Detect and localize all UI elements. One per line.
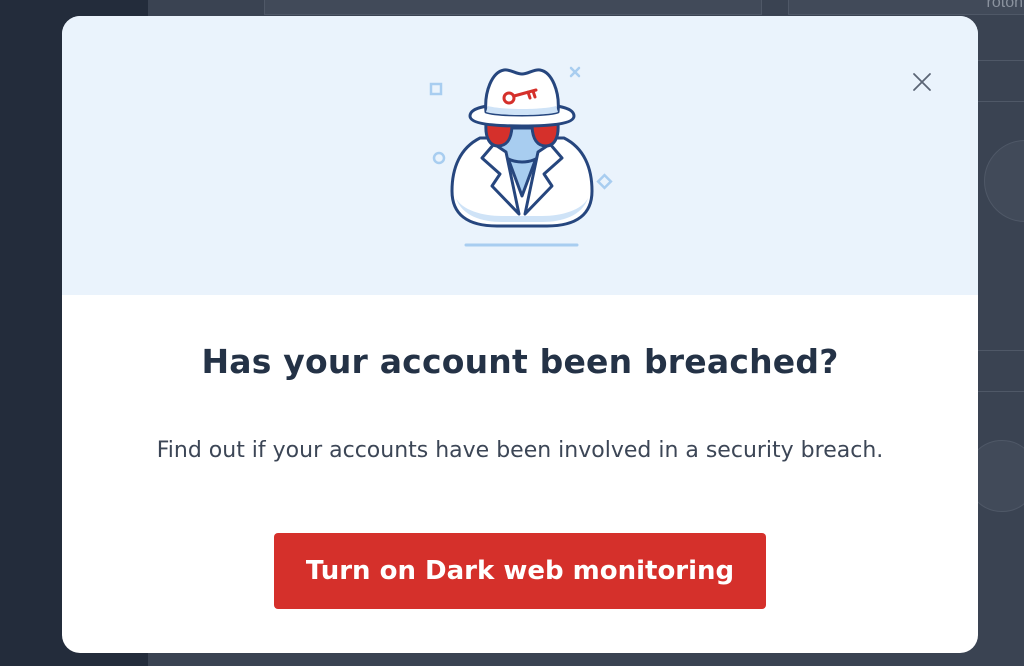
modal-description: Find out if your accounts have been invo… <box>156 438 884 463</box>
modal-title: Has your account been breached? <box>201 342 839 381</box>
background-field: roton <box>788 0 1024 15</box>
incognito-spy-with-key-icon <box>429 66 613 247</box>
close-icon[interactable] <box>910 70 934 94</box>
turn-on-dark-web-monitoring-button[interactable]: Turn on Dark web monitoring <box>274 533 766 609</box>
background-row <box>976 60 1024 102</box>
dark-web-monitoring-modal: Has your account been breached? Find out… <box>62 16 978 653</box>
background-row <box>976 350 1024 392</box>
background-field-text: roton <box>986 0 1023 11</box>
modal-hero <box>62 16 978 295</box>
background-field <box>264 0 762 15</box>
